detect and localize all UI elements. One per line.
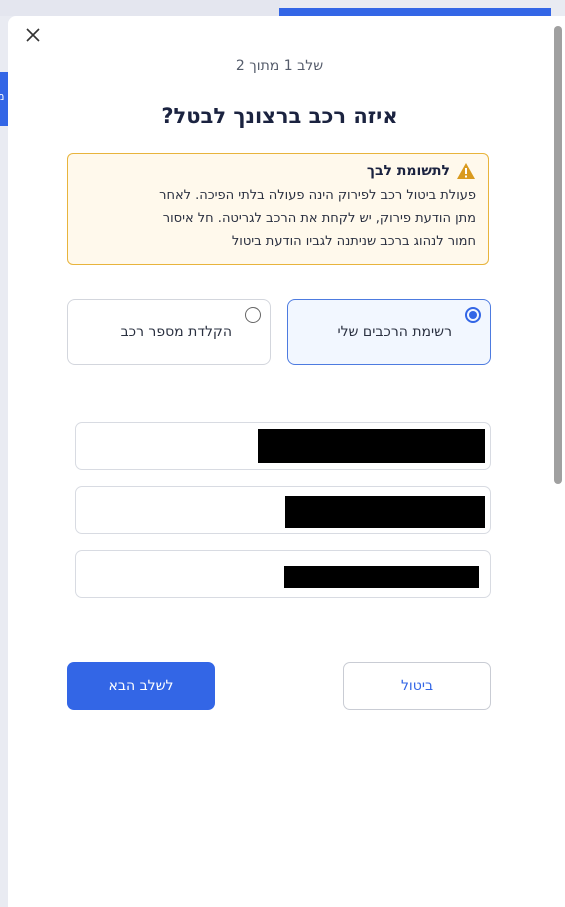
option-type-vehicle-number[interactable]: הקלדת מספר רכב (67, 299, 271, 365)
warning-header: לתשומת לבך (80, 162, 476, 180)
redacted-content (258, 429, 485, 463)
cancel-vehicle-dialog: שלב 1 מתוך 2 איזה רכב ברצונך לבטל? לתשומ… (8, 16, 551, 907)
redacted-content (285, 496, 485, 528)
close-icon[interactable] (24, 26, 42, 44)
background-side-tab: מ (0, 72, 8, 126)
option-type-vehicle-number-label: הקלדת מספר רכב (120, 324, 232, 340)
step-indicator: שלב 1 מתוך 2 (235, 58, 324, 74)
warning-triangle-icon (456, 162, 476, 180)
cancel-button[interactable]: ביטול (343, 662, 491, 710)
warning-text: פעולת ביטול רכב לפירוק הינה פעולה בלתי ה… (80, 184, 476, 253)
warning-line: מתן הודעת פירוק, יש לקחת את הרכב לגריטה.… (162, 211, 476, 226)
vehicle-list-item[interactable] (75, 550, 491, 598)
warning-line: פעולת ביטול רכב לפירוק הינה פעולה בלתי ה… (159, 188, 476, 203)
page-title: איזה רכב ברצונך לבטל? (161, 104, 398, 128)
background-header-strip (0, 0, 280, 16)
warning-box: לתשומת לבך פעולת ביטול רכב לפירוק הינה פ… (67, 153, 489, 265)
background-side-tab-text: מ (0, 90, 5, 103)
scrollbar-thumb[interactable] (554, 26, 562, 484)
redacted-content (284, 566, 479, 588)
next-step-button[interactable]: לשלב הבא (67, 662, 215, 710)
vehicle-list-item[interactable] (75, 486, 491, 534)
warning-line: חמור לנהוג ברכב שניתנה לגביו הודעת ביטול (231, 234, 476, 249)
vehicle-list-item[interactable] (75, 422, 491, 470)
background-accent-strip (279, 8, 551, 16)
radio-my-vehicles[interactable] (465, 307, 481, 323)
option-my-vehicles[interactable]: רשימת הרכבים שלי (287, 299, 491, 365)
warning-heading: לתשומת לבך (366, 163, 450, 179)
option-my-vehicles-label: רשימת הרכבים שלי (337, 324, 452, 340)
radio-type-vehicle-number[interactable] (245, 307, 261, 323)
